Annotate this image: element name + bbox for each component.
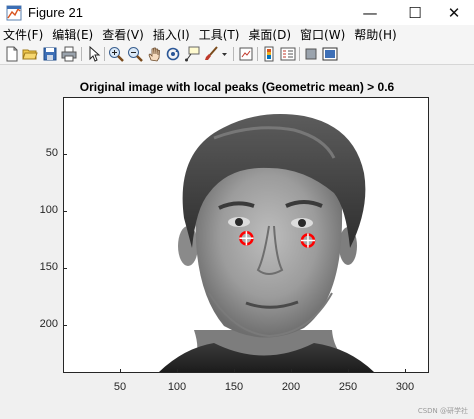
y-tick-mark — [63, 268, 67, 269]
x-tick-mark — [291, 369, 292, 373]
close-button[interactable]: ✕ — [431, 0, 474, 25]
x-tick-label: 200 — [281, 381, 301, 393]
face-image — [159, 114, 374, 372]
image-axes[interactable] — [63, 97, 429, 373]
menu-insert[interactable]: 插入(I) — [153, 26, 190, 43]
x-tick-label: 100 — [167, 381, 187, 393]
x-tick-mark — [348, 369, 349, 373]
window-title: Figure 21 — [28, 5, 83, 20]
status-bar — [0, 410, 474, 419]
x-tick-label: 50 — [113, 381, 127, 393]
peak-marker — [239, 230, 254, 246]
show-plot-tools-icon[interactable] — [322, 46, 338, 62]
select-arrow-icon[interactable] — [86, 46, 102, 62]
data-cursor-icon[interactable] — [184, 46, 200, 62]
toolbar-separator — [257, 47, 258, 61]
y-tick-label: 100 — [39, 204, 58, 216]
watermark: CSDN @研学社 — [417, 407, 468, 415]
y-tick-mark — [63, 211, 67, 212]
menu-file[interactable]: 文件(F) — [3, 26, 43, 43]
x-tick-label: 300 — [395, 381, 415, 393]
x-tick-mark — [177, 369, 178, 373]
minimize-button[interactable]: — — [347, 0, 393, 25]
figure-toolbar — [0, 43, 474, 65]
y-tick-label: 50 — [45, 147, 58, 159]
peak-marker — [300, 233, 316, 248]
figure-window: Figure 21 — ☐ ✕ 文件(F) 编辑(E) 查看(V) 插入(I) … — [0, 0, 474, 419]
menu-edit[interactable]: 编辑(E) — [52, 26, 93, 43]
x-tick-mark — [234, 369, 235, 373]
menu-tools[interactable]: 工具(T) — [199, 26, 240, 43]
y-tick-mark — [63, 154, 67, 155]
y-tick-label: 150 — [39, 261, 58, 273]
hide-plot-tools-icon[interactable] — [303, 46, 319, 62]
new-figure-icon[interactable] — [4, 46, 20, 62]
link-plot-icon[interactable] — [238, 46, 254, 62]
toolbar-separator — [104, 47, 105, 61]
plot-title: Original image with local peaks (Geometr… — [79, 80, 395, 94]
brush-dropdown-icon[interactable] — [220, 46, 229, 62]
menu-window[interactable]: 窗口(W) — [300, 26, 345, 43]
title-bar: Figure 21 — ☐ ✕ — [0, 0, 474, 25]
toolbar-separator — [299, 47, 300, 61]
rotate-3d-icon[interactable] — [165, 46, 181, 62]
menu-view[interactable]: 查看(V) — [102, 26, 144, 43]
save-icon[interactable] — [42, 46, 58, 62]
pan-hand-icon[interactable] — [146, 46, 162, 62]
y-tick-mark — [63, 325, 67, 326]
x-tick-mark — [120, 369, 121, 373]
print-icon[interactable] — [61, 46, 77, 62]
matlab-figure-icon — [6, 5, 22, 21]
menu-desktop[interactable]: 桌面(D) — [248, 26, 291, 43]
zoom-in-icon[interactable] — [108, 46, 124, 62]
zoom-out-icon[interactable] — [127, 46, 143, 62]
x-tick-label: 150 — [224, 381, 244, 393]
x-tick-mark — [405, 369, 406, 373]
toolbar-separator — [81, 47, 82, 61]
toolbar-separator — [233, 47, 234, 61]
brush-icon[interactable] — [203, 46, 219, 62]
x-tick-label: 250 — [338, 381, 358, 393]
open-file-icon[interactable] — [22, 46, 38, 62]
insert-colorbar-icon[interactable] — [261, 46, 277, 62]
insert-legend-icon[interactable] — [280, 46, 296, 62]
menu-help[interactable]: 帮助(H) — [354, 26, 396, 43]
y-tick-label: 200 — [39, 318, 58, 330]
menu-bar: 文件(F) 编辑(E) 查看(V) 插入(I) 工具(T) 桌面(D) 窗口(W… — [0, 25, 474, 43]
